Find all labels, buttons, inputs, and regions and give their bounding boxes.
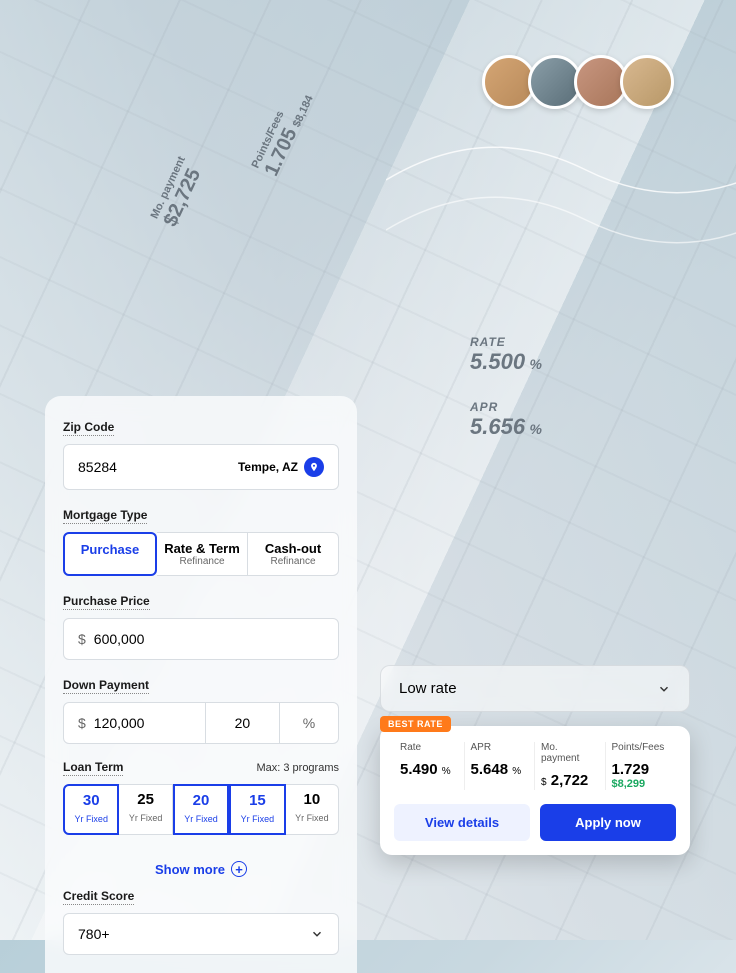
avatar (620, 55, 674, 109)
points-fees-label: Points/Fees (612, 742, 671, 753)
down-payment-percent-value: 20 (235, 715, 251, 731)
mortgage-type-rate-term[interactable]: Rate & Term Refinance (157, 532, 248, 576)
rate-label: Rate (400, 742, 458, 753)
purchase-price-input[interactable]: $ 600,000 (63, 618, 339, 660)
avatar-group (490, 55, 674, 109)
chevron-down-icon (657, 682, 671, 696)
sort-value: Low rate (399, 680, 457, 697)
chevron-down-icon (310, 927, 324, 941)
credit-score-label: Credit Score (63, 889, 134, 905)
loan-term-25[interactable]: 25 Yr Fixed (119, 784, 172, 835)
mortgage-form: Zip Code 85284 Tempe, AZ Mortgage Type P… (45, 396, 357, 973)
best-rate-badge: BEST RATE (380, 716, 451, 732)
apr-label: APR (471, 742, 529, 753)
zip-label: Zip Code (63, 420, 114, 436)
credit-score-select[interactable]: 780+ (63, 913, 339, 955)
location-pin-icon (304, 457, 324, 477)
purchase-price-label: Purchase Price (63, 594, 150, 610)
overlay-rate: RATE 5.500 % (470, 335, 542, 375)
rate-card: BEST RATE Rate 5.490 % APR 5.648 % Mo. p… (380, 726, 690, 855)
apr-value: 5.648 % (471, 761, 529, 778)
sort-select[interactable]: Low rate (380, 665, 690, 712)
down-payment-percent-input[interactable]: 20 (206, 702, 280, 744)
apply-now-button[interactable]: Apply now (540, 804, 676, 841)
rate-value: 5.490 % (400, 761, 458, 778)
mo-payment-value: $ 2,722 (541, 772, 599, 789)
results-panel: Low rate BEST RATE Rate 5.490 % APR 5.64… (380, 665, 690, 855)
mo-payment-label: Mo. payment (541, 742, 599, 764)
zip-input[interactable]: 85284 Tempe, AZ (63, 444, 339, 490)
loan-term-10[interactable]: 10 Yr Fixed (286, 784, 339, 835)
loan-term-label: Loan Term (63, 760, 123, 776)
zip-value: 85284 (78, 459, 117, 475)
loan-term-group: 30 Yr Fixed 25 Yr Fixed 20 Yr Fixed 15 Y… (63, 784, 339, 835)
loan-term-20[interactable]: 20 Yr Fixed (173, 784, 229, 835)
overlay-apr: APR 5.656 % (470, 400, 542, 440)
points-fees-value: 1.729 (612, 761, 671, 778)
loan-term-15[interactable]: 15 Yr Fixed (229, 784, 285, 835)
currency-symbol: $ (78, 715, 86, 731)
down-payment-label: Down Payment (63, 678, 149, 694)
zip-location: Tempe, AZ (238, 460, 298, 474)
down-payment-amount-input[interactable]: $ 120,000 (63, 702, 206, 744)
loan-term-30[interactable]: 30 Yr Fixed (63, 784, 119, 835)
mortgage-type-purchase[interactable]: Purchase (63, 532, 157, 576)
show-more-button[interactable]: Show more + (63, 851, 339, 887)
currency-symbol: $ (78, 631, 86, 647)
plus-circle-icon: + (231, 861, 247, 877)
points-fees-dollar: $8,299 (612, 778, 671, 790)
mortgage-type-cashout[interactable]: Cash-out Refinance (248, 532, 339, 576)
percent-symbol: % (280, 702, 339, 744)
down-payment-value: 120,000 (94, 715, 145, 731)
mortgage-type-segmented: Purchase Rate & Term Refinance Cash-out … (63, 532, 339, 576)
view-details-button[interactable]: View details (394, 804, 530, 841)
loan-term-hint: Max: 3 programs (256, 762, 339, 774)
purchase-price-value: 600,000 (94, 631, 145, 647)
mortgage-type-label: Mortgage Type (63, 508, 147, 524)
